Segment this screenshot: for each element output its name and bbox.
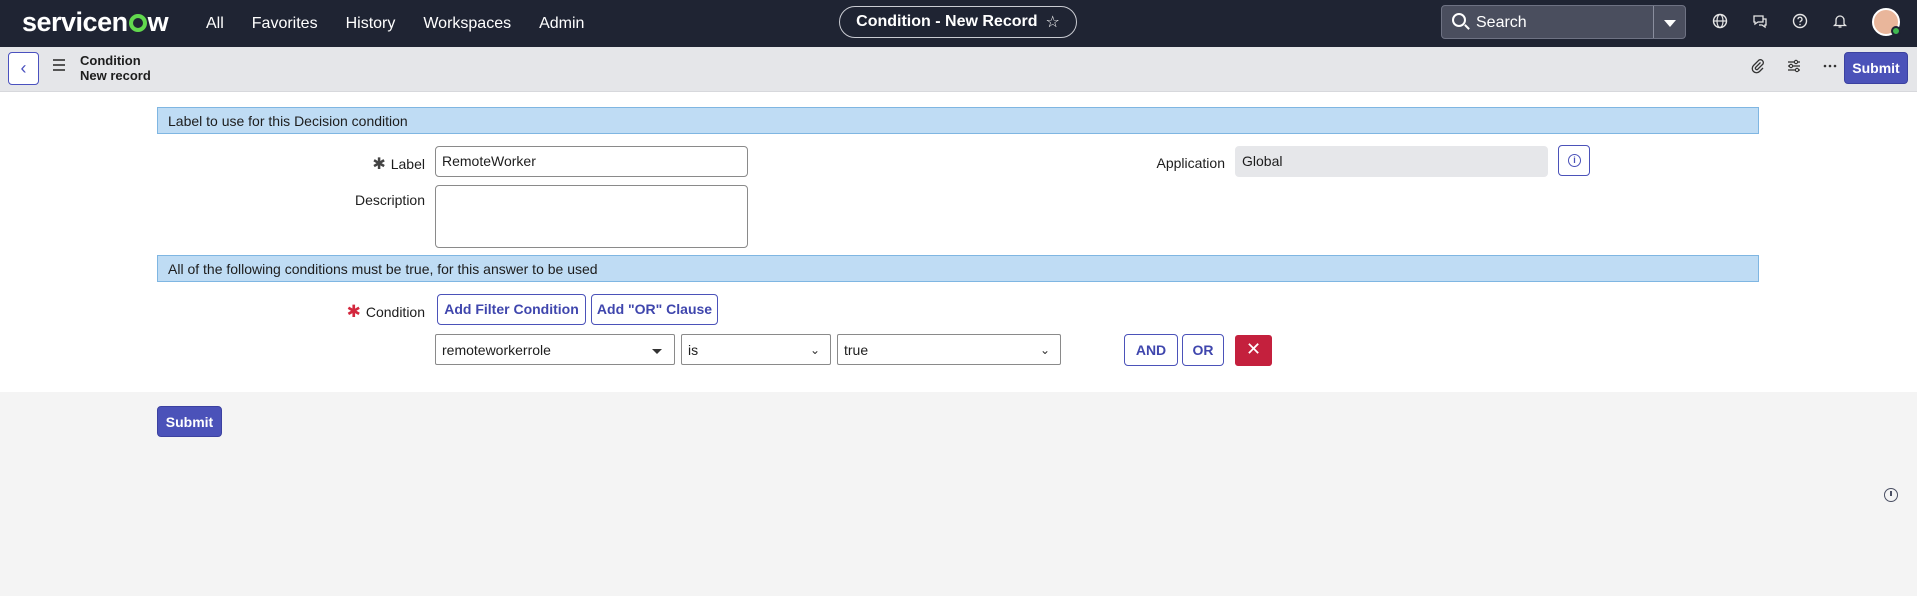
close-icon: ✕ [1245, 339, 1262, 359]
application-readonly-field: Global [1235, 146, 1548, 177]
nav-favorites[interactable]: Favorites [252, 15, 318, 33]
page-title: Condition - New Record [856, 13, 1038, 30]
label-input[interactable]: RemoteWorker [435, 146, 748, 177]
submit-button-top[interactable]: Submit [1844, 52, 1908, 84]
record-title: Condition New record [80, 53, 151, 83]
dropdown-caret-icon [652, 349, 662, 354]
response-time-clock-icon[interactable] [1884, 488, 1898, 502]
form-toolbar [1740, 52, 1848, 85]
section-header-conditions: All of the following conditions must be … [157, 255, 1759, 282]
description-field-label: Description [354, 192, 425, 208]
nav-workspaces[interactable]: Workspaces [423, 15, 511, 33]
record-table-name: Condition [80, 53, 141, 68]
chevron-down-icon: ⌄ [809, 343, 820, 357]
description-textarea[interactable] [435, 185, 748, 248]
search-icon [1452, 13, 1466, 27]
section-header-label: Label to use for this Decision condition [157, 107, 1759, 134]
nav-history[interactable]: History [346, 15, 396, 33]
delete-condition-button[interactable]: ✕ [1235, 335, 1272, 366]
info-icon: i [1568, 154, 1581, 167]
condition-field-select[interactable]: remoteworkerrole [435, 334, 675, 365]
submit-button-bottom[interactable]: Submit [157, 406, 222, 437]
required-asterisk-icon: ✱ [372, 156, 386, 173]
page-title-pill[interactable]: Condition - New Record ☆ [839, 6, 1077, 38]
presence-status-dot [1891, 26, 1901, 36]
application-field-label: Application [1156, 155, 1226, 171]
search-divider [1653, 6, 1654, 38]
main-menu: All Favorites History Workspaces Admin [192, 0, 598, 47]
condition-field-label: ✱ Condition [346, 302, 425, 321]
condition-operator-value: is [688, 342, 699, 358]
top-navigation: servicen w All Favorites History Workspac… [0, 0, 1917, 47]
add-filter-condition-button[interactable]: Add Filter Condition [437, 294, 586, 325]
label-field-label: ✱ Label [372, 156, 425, 173]
condition-field-value: remoteworkerrole [442, 342, 551, 358]
back-button[interactable]: ‹ [8, 52, 39, 85]
notifications-bell-icon[interactable] [1820, 13, 1860, 34]
personalize-sliders-icon[interactable] [1776, 58, 1812, 79]
condition-value-value: true [844, 342, 869, 358]
chat-icon[interactable] [1740, 13, 1780, 34]
servicenow-logo[interactable]: servicen w [22, 7, 169, 38]
user-avatar[interactable] [1872, 8, 1901, 36]
logo-o-icon [128, 14, 147, 32]
record-subtitle: New record [80, 68, 151, 83]
condition-operator-select[interactable]: is ⌄ [681, 334, 831, 365]
chevron-left-icon: ‹ [20, 58, 27, 78]
form-context-menu-icon[interactable] [53, 59, 65, 74]
condition-value-select[interactable]: true ⌄ [837, 334, 1061, 365]
form-header: ‹ Condition New record Submit [0, 47, 1917, 92]
attachment-paperclip-icon[interactable] [1740, 58, 1776, 79]
add-or-clause-button[interactable]: Add "OR" Clause [591, 294, 718, 325]
favorite-star-icon[interactable]: ☆ [1045, 12, 1059, 32]
chevron-down-icon: ⌄ [1039, 343, 1050, 357]
more-options-icon[interactable] [1812, 58, 1848, 79]
globe-icon[interactable] [1700, 13, 1740, 34]
or-button[interactable]: OR [1182, 334, 1224, 366]
header-icons [1700, 0, 1860, 47]
required-asterisk-icon: ✱ [346, 302, 361, 321]
and-button[interactable]: AND [1124, 334, 1178, 366]
global-search[interactable]: Search [1441, 5, 1686, 39]
nav-admin[interactable]: Admin [539, 15, 584, 33]
search-scope-dropdown-icon[interactable] [1664, 20, 1676, 27]
help-icon[interactable] [1780, 13, 1820, 34]
application-info-button[interactable]: i [1558, 145, 1590, 176]
search-input[interactable]: Search [1476, 14, 1527, 32]
nav-all[interactable]: All [206, 15, 224, 33]
condition-form: Label to use for this Decision condition… [0, 92, 1917, 392]
